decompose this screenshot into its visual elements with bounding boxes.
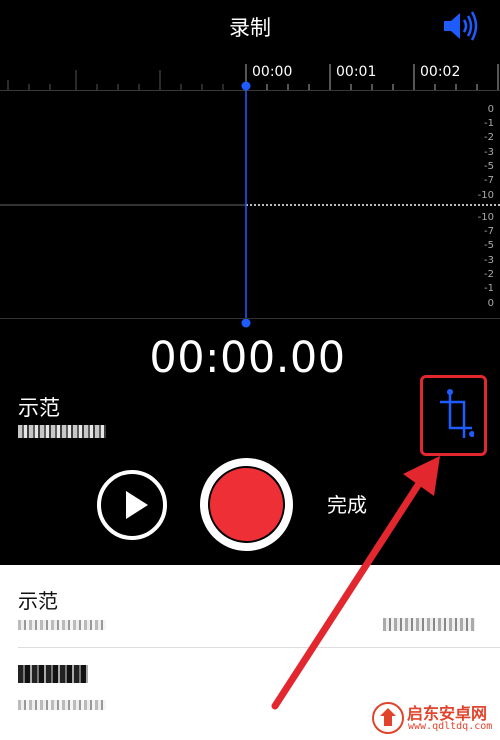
scale-label: -3 xyxy=(484,255,494,266)
scale-label: -1 xyxy=(484,283,494,294)
list-item[interactable]: 示范 xyxy=(0,565,500,648)
playhead[interactable] xyxy=(240,80,252,330)
scale-label: -7 xyxy=(484,175,494,186)
done-button[interactable]: 完成 xyxy=(327,489,367,518)
list-item-date-redacted xyxy=(18,620,106,630)
scale-label: -5 xyxy=(484,161,494,172)
list-item-date-redacted xyxy=(18,700,106,710)
trim-icon[interactable] xyxy=(438,388,474,440)
page-title: 录制 xyxy=(229,16,271,40)
scale-label: -2 xyxy=(484,132,494,143)
watermark-logo-icon xyxy=(372,702,404,734)
scale-label: -5 xyxy=(484,240,494,251)
list-item-title: 示范 xyxy=(18,589,58,613)
scale-label: -1 xyxy=(484,118,494,129)
scale-label: -7 xyxy=(484,226,494,237)
ruler-label: 00:00 xyxy=(252,64,293,80)
scale-label: -2 xyxy=(484,269,494,280)
scale-label: -10 xyxy=(478,190,494,201)
list-item-title-redacted xyxy=(18,665,88,683)
recording-name[interactable]: 示范 xyxy=(18,392,60,422)
scale-label: 0 xyxy=(488,298,494,309)
watermark: 启东安卓网 www.qdltdq.com xyxy=(372,700,500,738)
scale-label: -10 xyxy=(478,212,494,223)
waveform-bottom-divider xyxy=(0,318,500,319)
speaker-volume-icon[interactable] xyxy=(442,10,480,42)
play-button[interactable] xyxy=(97,470,167,540)
scale-label: 0 xyxy=(488,104,494,115)
record-button[interactable] xyxy=(200,458,293,551)
watermark-url: www.qdltdq.com xyxy=(408,721,493,732)
ruler-label: 00:01 xyxy=(336,64,377,80)
play-icon xyxy=(126,491,148,519)
elapsed-timer: 00:00.00 xyxy=(149,333,346,383)
recording-date-redacted xyxy=(18,425,106,438)
ruler-label: 00:02 xyxy=(420,64,461,80)
recorder-panel: 录制 00:00 00:01 00:02 0 -1 -2 -3 -5 -7 -1… xyxy=(0,0,500,565)
scale-label: -3 xyxy=(484,147,494,158)
list-item-duration-redacted xyxy=(383,618,475,631)
record-icon xyxy=(208,466,285,543)
